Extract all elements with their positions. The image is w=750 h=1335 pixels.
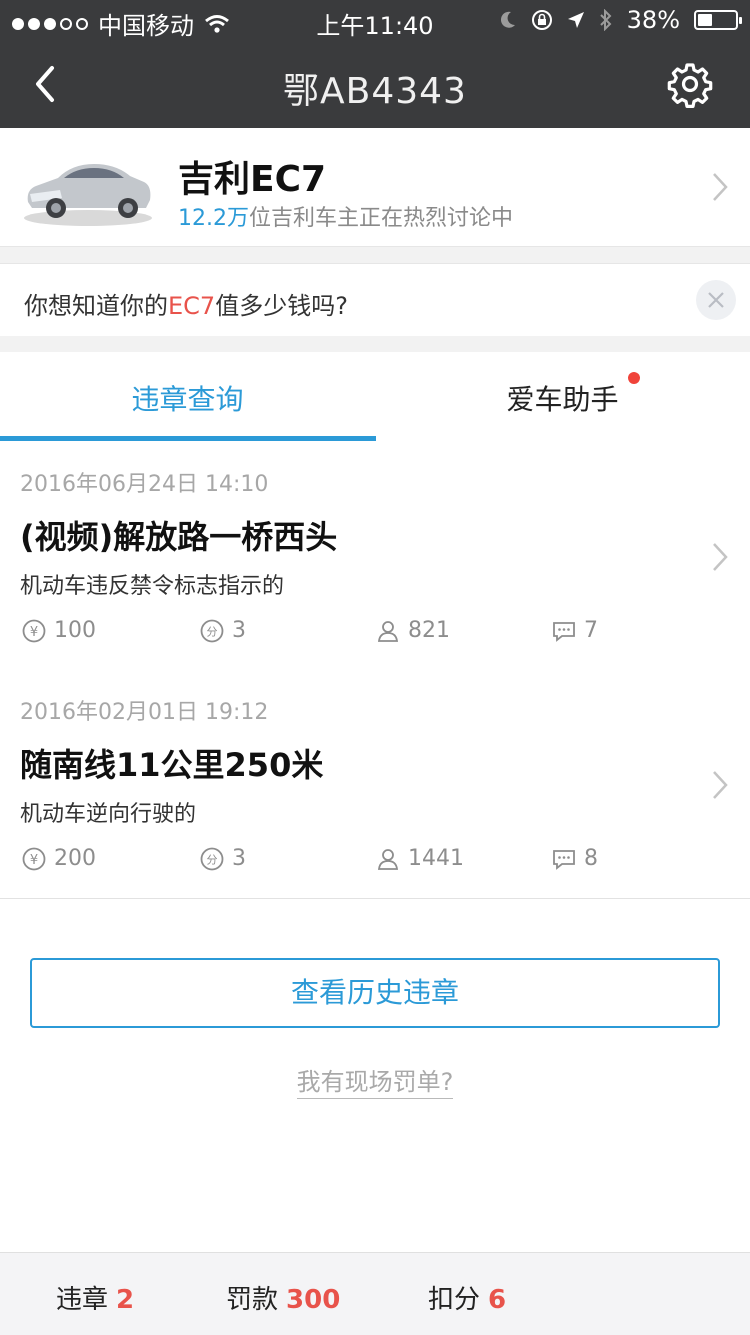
- viewers-value: 1441: [408, 846, 464, 871]
- fine-label: 罚款: [226, 1285, 279, 1315]
- banner-highlight: EC7: [168, 292, 216, 320]
- page-title: 鄂AB4343: [283, 71, 467, 112]
- violations-summary: 违章 2: [56, 1279, 134, 1316]
- violation-date: 2016年06月24日 14:10: [20, 472, 269, 497]
- fine-summary: 罚款 300: [226, 1279, 340, 1316]
- car-discussion-text: 12.2万位吉利车主正在热烈讨论中: [178, 200, 513, 232]
- violation-description: 机动车违反禁令标志指示的: [20, 574, 285, 599]
- status-bar: 中国移动 上午11:40 38%: [0, 0, 750, 40]
- tab-car-assistant[interactable]: 爱车助手: [375, 378, 750, 418]
- section-divider: [0, 336, 750, 352]
- comment-icon: [553, 849, 575, 870]
- points-value: 3: [232, 618, 246, 643]
- discussion-count: 12.2万: [178, 206, 249, 231]
- fine-stat: ¥ 100: [22, 618, 96, 643]
- fine-value: 100: [54, 618, 96, 643]
- points-summary: 扣分 6: [428, 1279, 506, 1316]
- chevron-right-icon: [713, 771, 728, 799]
- comments-value: 8: [584, 846, 598, 871]
- close-banner-button[interactable]: [696, 280, 736, 320]
- location-arrow-icon: [567, 12, 584, 28]
- battery-percent: 38%: [626, 6, 680, 34]
- active-tab-indicator: [0, 436, 376, 441]
- fine-value: 200: [54, 846, 96, 871]
- violation-location: (视频)解放路一桥西头: [20, 518, 338, 556]
- top-bar: 中国移动 上午11:40 38% 鄂AB4343: [0, 0, 750, 128]
- person-icon: [377, 848, 399, 870]
- points-icon: 分: [200, 619, 224, 642]
- points-total: 6: [488, 1285, 507, 1315]
- person-icon: [377, 620, 399, 642]
- banner-prefix: 你想知道你的: [24, 292, 168, 320]
- onsite-ticket-link[interactable]: 我有现场罚单?: [296, 1068, 454, 1099]
- car-model-name: 吉利EC7: [178, 159, 327, 200]
- bluetooth-icon: [599, 9, 612, 31]
- points-label: 扣分: [428, 1285, 481, 1315]
- status-right: 38%: [499, 6, 742, 34]
- viewers-stat: 1441: [376, 846, 464, 871]
- chevron-right-icon: [713, 543, 728, 571]
- car-value-question: 你想知道你的EC7值多少钱吗?: [24, 286, 348, 321]
- svg-text:分: 分: [207, 853, 218, 866]
- car-value-banner[interactable]: 你想知道你的EC7值多少钱吗?: [0, 263, 750, 337]
- comments-stat: 7: [552, 618, 598, 643]
- close-icon: [708, 292, 724, 308]
- tab-violation-query[interactable]: 违章查询: [0, 378, 375, 418]
- points-icon: 分: [200, 847, 224, 870]
- notification-badge: [628, 372, 640, 384]
- yuan-coin-icon: ¥: [22, 847, 46, 870]
- rotation-lock-icon: [531, 10, 552, 30]
- violation-date: 2016年02月01日 19:12: [20, 700, 269, 725]
- violation-description: 机动车逆向行驶的: [20, 802, 197, 827]
- violations-count: 2: [116, 1285, 135, 1315]
- points-value: 3: [232, 846, 246, 871]
- violation-record[interactable]: 2016年06月24日 14:10 (视频)解放路一桥西头 机动车违反禁令标志指…: [0, 442, 750, 671]
- points-stat: 分 3: [200, 618, 246, 643]
- yuan-coin-icon: ¥: [22, 619, 46, 642]
- comments-value: 7: [584, 618, 598, 643]
- viewers-value: 821: [408, 618, 450, 643]
- points-stat: 分 3: [200, 846, 246, 871]
- view-history-violations-button[interactable]: 查看历史违章: [30, 958, 720, 1028]
- viewers-stat: 821: [376, 618, 450, 643]
- onsite-ticket-link-row: 我有现场罚单?: [0, 1062, 750, 1099]
- violation-record[interactable]: 2016年02月01日 19:12 随南线11公里250米 机动车逆向行驶的 ¥…: [0, 670, 750, 899]
- discussion-label: 位吉利车主正在热烈讨论中: [249, 206, 514, 231]
- car-info-card[interactable]: 吉利EC7 12.2万位吉利车主正在热烈讨论中: [0, 128, 750, 247]
- fine-total: 300: [286, 1285, 341, 1315]
- moon-icon: [500, 11, 515, 28]
- battery-icon: [694, 10, 742, 30]
- svg-text:¥: ¥: [30, 625, 38, 640]
- chevron-right-icon: [713, 173, 728, 201]
- violation-location: 随南线11公里250米: [20, 746, 324, 784]
- fine-stat: ¥ 200: [22, 846, 96, 871]
- svg-text:¥: ¥: [30, 853, 38, 868]
- comments-stat: 8: [552, 846, 598, 871]
- car-image: [24, 164, 152, 226]
- tab-bar: 违章查询 爱车助手: [0, 352, 750, 443]
- banner-suffix: 值多少钱吗?: [215, 292, 348, 320]
- svg-text:分: 分: [207, 625, 218, 638]
- violations-label: 违章: [56, 1285, 109, 1315]
- comment-icon: [553, 621, 575, 642]
- section-divider: [0, 247, 750, 263]
- settings-gear-icon[interactable]: [666, 60, 714, 108]
- summary-footer: 违章 2 罚款 300 扣分 6: [0, 1252, 750, 1335]
